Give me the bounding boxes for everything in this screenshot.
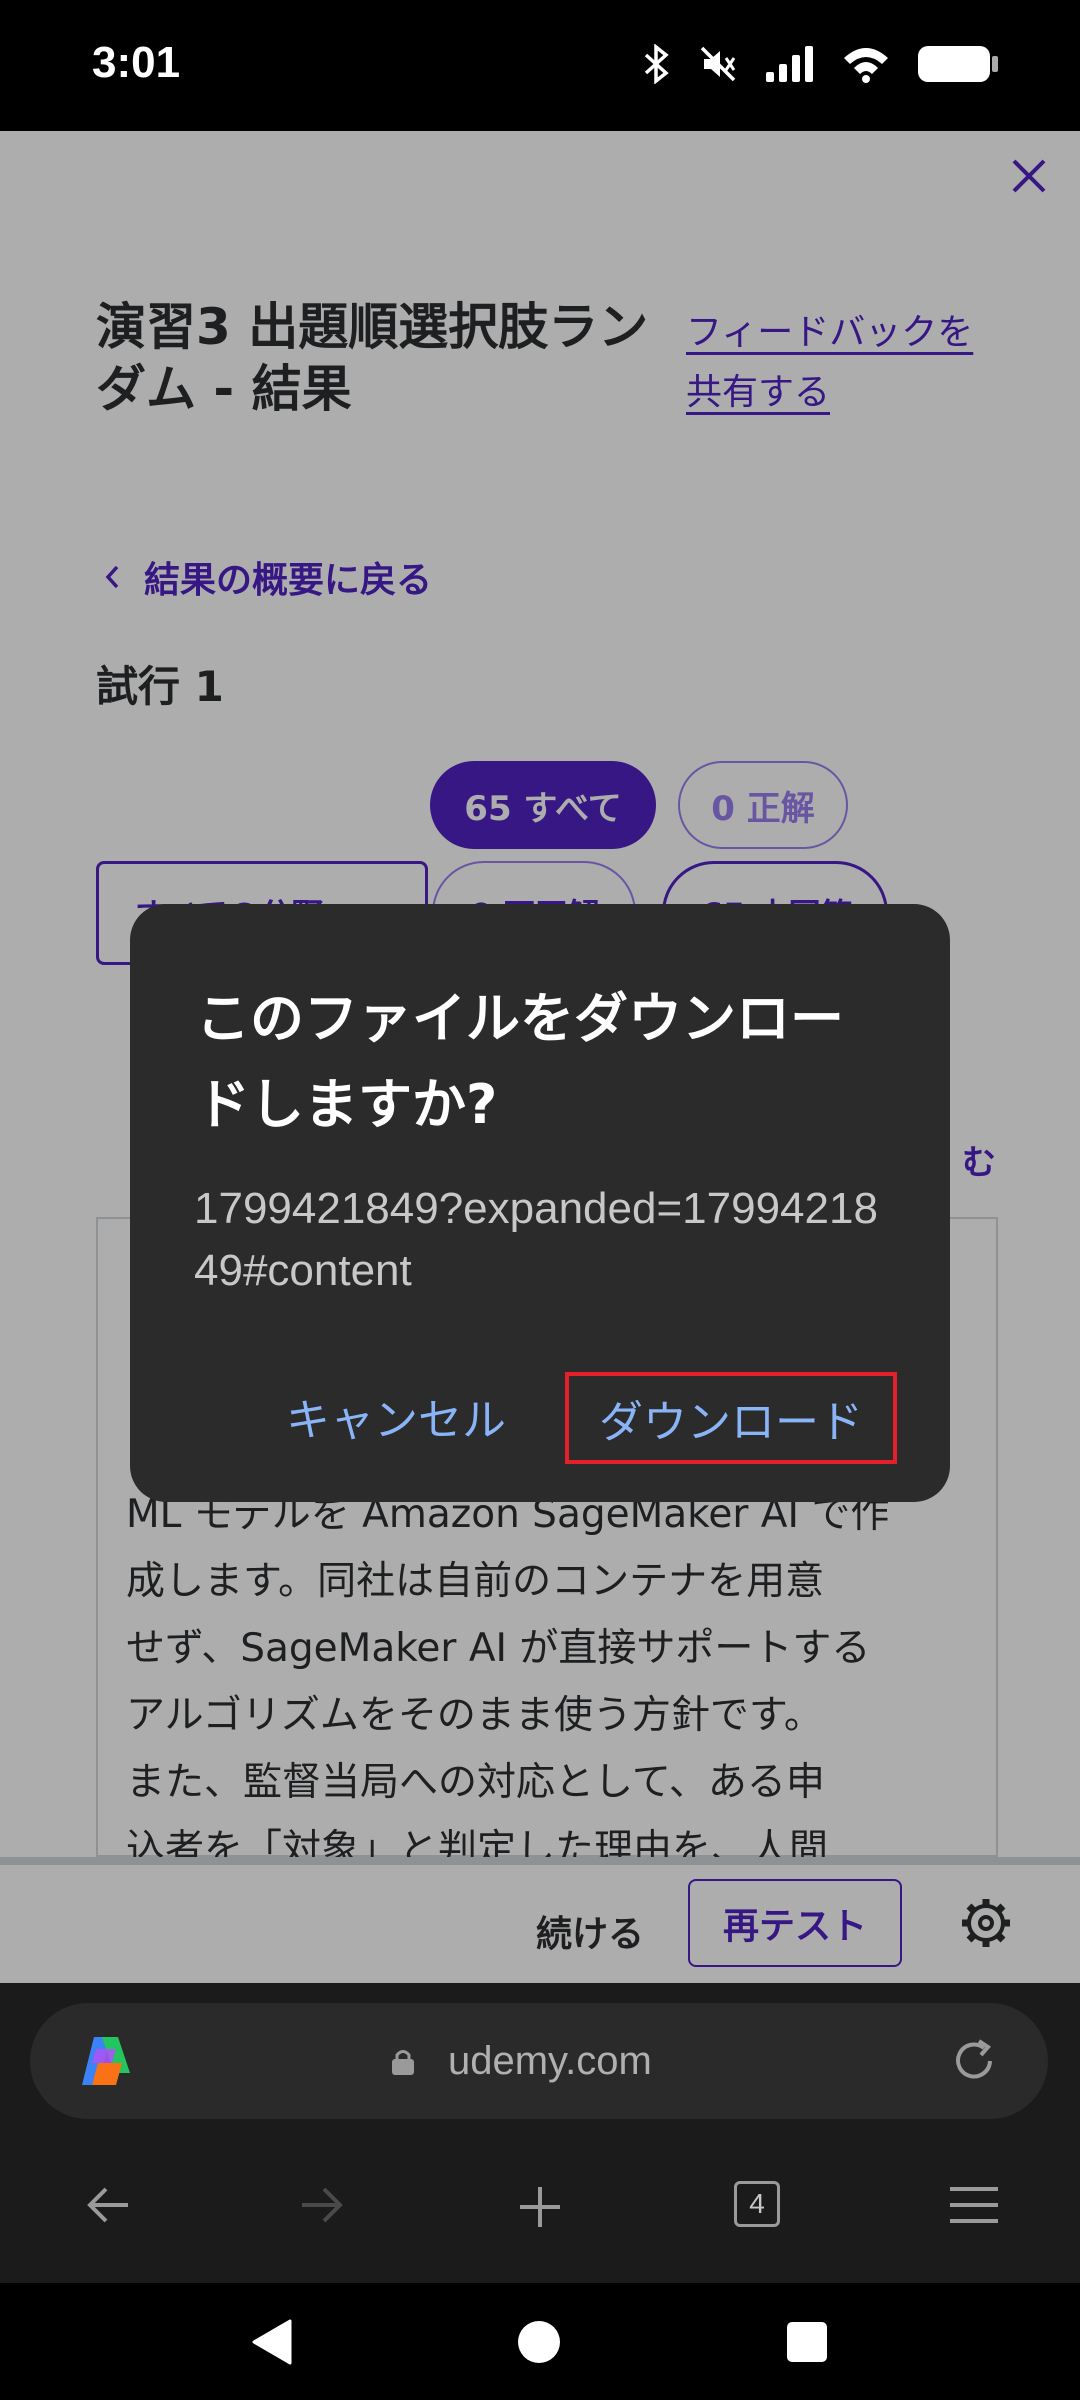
dialog-title: このファイルをダウンロードしますか?: [196, 987, 844, 1136]
forward-arrow-icon[interactable]: [298, 2183, 346, 2227]
lock-icon: [392, 2050, 414, 2075]
system-home-icon[interactable]: [516, 2319, 562, 2365]
tab-switcher-button[interactable]: 4: [734, 2181, 780, 2227]
download-button[interactable]: ダウンロード: [565, 1372, 897, 1464]
status-icons: [642, 44, 1000, 84]
browser-toolbar: 4: [0, 2133, 1080, 2283]
status-bar: 3:01: [0, 0, 1080, 131]
reload-icon[interactable]: [946, 2033, 1002, 2089]
bluetooth-icon: [644, 44, 669, 84]
mute-icon: [700, 46, 736, 82]
signal-icon: [766, 46, 813, 82]
copilot-icon[interactable]: [76, 2033, 136, 2089]
cancel-button[interactable]: キャンセル: [286, 1384, 506, 1448]
menu-icon[interactable]: [948, 2183, 1000, 2227]
address-bar[interactable]: udemy.com: [30, 2003, 1048, 2119]
wifi-icon: [844, 48, 888, 83]
battery-icon: [918, 46, 998, 82]
back-arrow-icon[interactable]: [84, 2183, 132, 2227]
system-back-icon[interactable]: [248, 2317, 296, 2367]
new-tab-icon[interactable]: [516, 2183, 564, 2231]
system-recents-icon[interactable]: [786, 2321, 828, 2363]
download-dialog: このファイルをダウンロードしますか? 1799421849?expanded=1…: [130, 904, 950, 1502]
system-navigation-bar: [0, 2283, 1080, 2400]
status-time: 3:01: [92, 38, 181, 87]
browser-url-area: udemy.com: [0, 1983, 1080, 2133]
url-text: udemy.com: [448, 2039, 652, 2083]
dialog-filename: 1799421849?expanded=1799421849#content: [194, 1184, 878, 1295]
